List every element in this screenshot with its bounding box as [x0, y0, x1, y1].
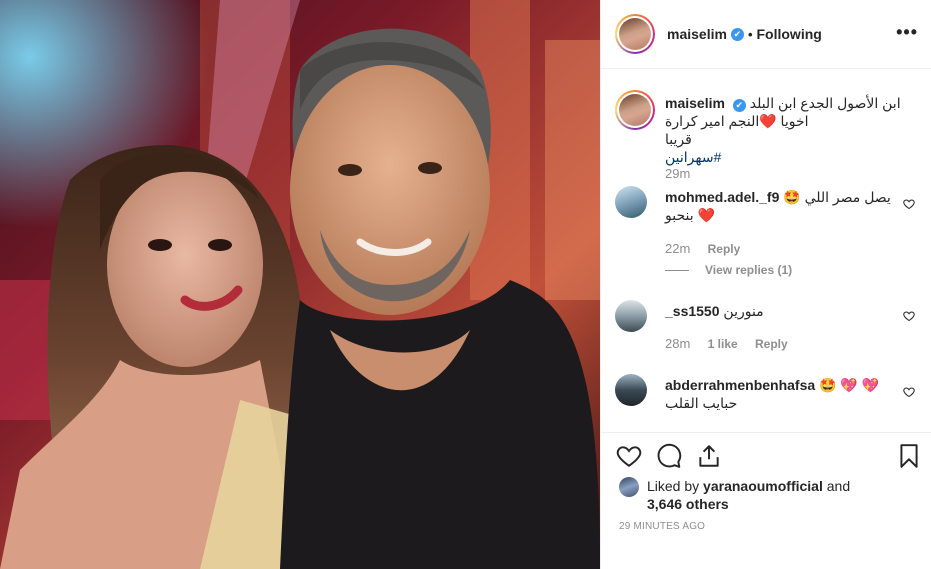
reply-button[interactable]: Reply: [755, 337, 788, 351]
selfie-image: [0, 0, 600, 569]
comment-icon[interactable]: [656, 443, 682, 469]
small-heart-icon[interactable]: [903, 386, 915, 398]
caption-time: 29m: [665, 166, 691, 181]
liked-by-and: and: [826, 478, 851, 494]
caption-line-1: ابن الأصول الجدع ابن البلد: [749, 95, 901, 111]
view-replies-label: View replies (1): [705, 263, 793, 277]
verified-badge-icon: ✔: [732, 99, 746, 112]
post-header: maiselim ✔ • Following •••: [601, 0, 931, 69]
comment-body: منورين: [723, 303, 764, 319]
bookmark-icon[interactable]: [896, 443, 922, 469]
reply-button[interactable]: Reply: [708, 242, 741, 256]
share-icon[interactable]: [696, 443, 722, 469]
caption-text: maiselim ✔ ابن الأصول الجدع ابن البلد اخ…: [665, 94, 915, 166]
commenter-username[interactable]: _ss1550: [665, 303, 720, 319]
comment-text: _ss1550 منورين: [665, 302, 893, 320]
comment-likes[interactable]: 1 like: [708, 337, 738, 351]
small-heart-icon[interactable]: [903, 198, 915, 210]
commenter-avatar[interactable]: [615, 300, 647, 332]
post-photo[interactable]: [0, 0, 600, 569]
small-heart-icon[interactable]: [903, 310, 915, 322]
commenter-username[interactable]: mohmed.adel._f9: [665, 189, 779, 205]
caption-avatar[interactable]: [615, 90, 655, 130]
heart-icon[interactable]: [616, 443, 642, 469]
comment-time: 28m: [665, 336, 691, 351]
post-side-panel: maiselim ✔ • Following ••• maiselim ✔ اب…: [600, 0, 931, 569]
replies-divider: [665, 270, 689, 272]
caption-username[interactable]: maiselim: [665, 95, 725, 111]
comment-meta: 22m Reply: [665, 241, 740, 256]
header-separator: •: [747, 26, 753, 42]
more-icon[interactable]: •••: [896, 22, 918, 43]
caption-hashtag[interactable]: #سهرانين: [665, 148, 915, 166]
instagram-post: maiselim ✔ • Following ••• maiselim ✔ اب…: [0, 0, 931, 569]
others-count[interactable]: 3,646 others: [647, 496, 729, 512]
post-timestamp[interactable]: 29 MINUTES AGO: [619, 521, 705, 532]
comment-meta: 28m 1 like Reply: [665, 336, 788, 351]
liker-avatar[interactable]: [619, 477, 639, 497]
commenter-avatar[interactable]: [615, 374, 647, 406]
view-replies-button[interactable]: View replies (1): [665, 263, 792, 277]
commenter-avatar[interactable]: [615, 186, 647, 218]
author-avatar[interactable]: [615, 14, 655, 54]
comment-time: 22m: [665, 241, 691, 256]
comment-emoji: 🤩 💖 💖: [819, 377, 880, 393]
liked-by-user[interactable]: yaranaoumofficial: [703, 478, 823, 494]
following-button[interactable]: Following: [757, 26, 822, 42]
commenter-username[interactable]: abderrahmenbenhafsa: [665, 377, 815, 393]
caption-line-2: اخويا ❤️النجم امير كرارة: [665, 113, 809, 129]
post-actions: Liked by yaranaoumofficial and 3,646 oth…: [601, 432, 931, 569]
verified-badge-icon: ✔: [730, 27, 744, 41]
likes-summary: Liked by yaranaoumofficial and 3,646 oth…: [619, 477, 919, 513]
comment-text: mohmed.adel._f9 يصل مصر اللي 🤩 ❤️ بنحبو: [665, 188, 893, 224]
comment-text: abderrahmenbenhafsa 🤩 💖 💖 حبايب القلب: [665, 376, 893, 412]
caption-line-3: قريبا: [665, 131, 692, 147]
author-username[interactable]: maiselim: [667, 26, 727, 42]
comment-body: حبايب القلب: [665, 395, 738, 411]
liked-by-prefix: Liked by: [647, 478, 700, 494]
